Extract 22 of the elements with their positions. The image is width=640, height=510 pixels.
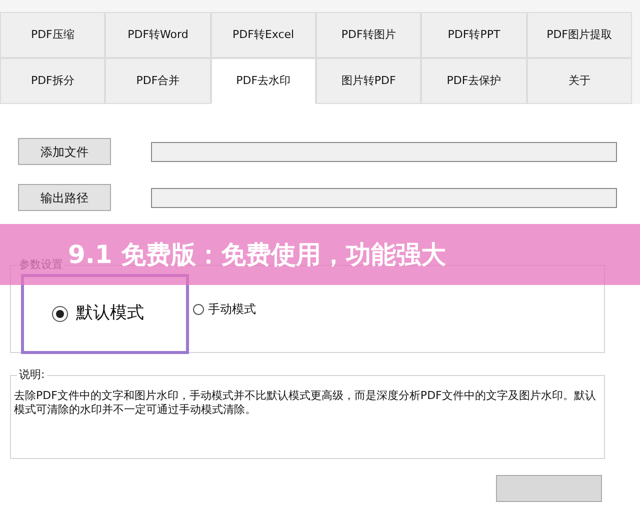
tab[interactable]: PDF去水印 <box>210 58 316 104</box>
tab[interactable]: 关于 <box>526 58 632 104</box>
tab[interactable]: PDF去保护 <box>421 58 527 104</box>
radio-button[interactable] <box>52 306 68 322</box>
tab[interactable]: PDF转Excel <box>210 12 316 58</box>
radio-option[interactable]: 默认模式 <box>52 301 144 327</box>
banner-text: 9.1 免费版：免费使用，功能强大 <box>68 238 446 271</box>
file-button[interactable]: 添加文件 <box>18 138 111 165</box>
tab[interactable]: 图片转PDF <box>316 58 422 104</box>
file-button[interactable]: 输出路径 <box>18 184 111 211</box>
tab[interactable]: PDF合并 <box>105 58 211 104</box>
path-field[interactable] <box>151 188 617 208</box>
tab[interactable]: PDF转图片 <box>316 12 422 58</box>
description-text: 去除PDF文件中的文字和图片水印，手动模式并不比默认模式更高级，而是深度分析PDF文件中的文字及图片水印。默认模式可清除的水印并不一定可通过手动模式清除。 <box>13 388 597 417</box>
path-field[interactable] <box>151 142 617 162</box>
tab[interactable]: PDF转Word <box>105 12 211 58</box>
tab[interactable]: PDF拆分 <box>0 58 106 104</box>
tab[interactable]: PDF压缩 <box>0 12 106 58</box>
radio-option[interactable]: 手动模式 <box>193 300 256 318</box>
radio-button[interactable] <box>193 304 204 314</box>
tab[interactable]: PDF图片提取 <box>526 12 632 58</box>
tab[interactable]: PDF转PPT <box>421 12 527 58</box>
